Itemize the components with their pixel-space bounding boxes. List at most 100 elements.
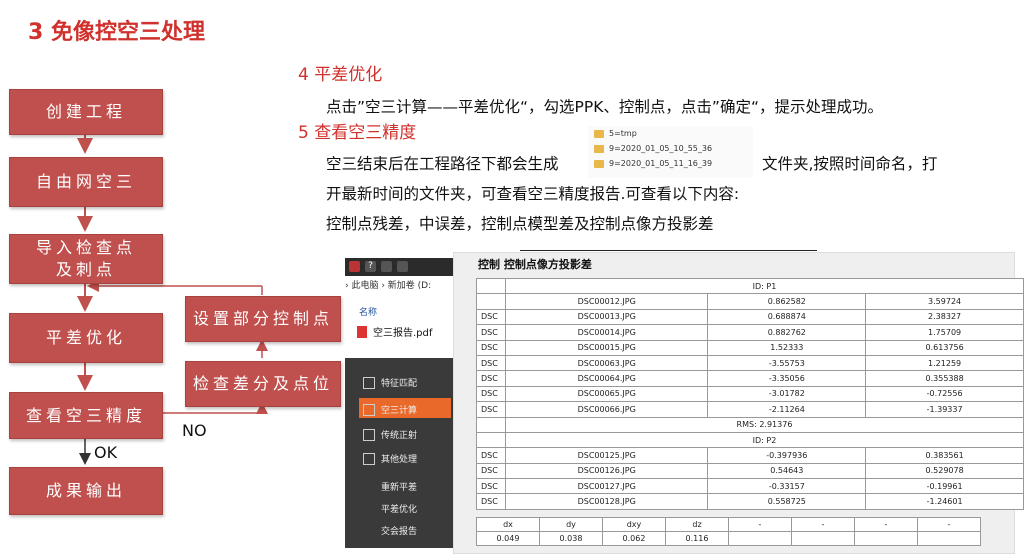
window-icon[interactable] xyxy=(397,261,408,272)
flow-check-diff-points: 检查差分及点位 xyxy=(185,361,341,407)
summary-header-row: dx dy dxy dz - - - - xyxy=(476,517,981,532)
image-icon[interactable] xyxy=(381,261,392,272)
image-name-cell: DSC00125.JPG xyxy=(504,447,709,464)
projection-error-table: ID: P1 DSC00012.JPG 0.862582 3.59724 DSC DSC0… xyxy=(476,277,1024,510)
breadcrumb[interactable]: › 此电脑 › 新加卷 (D: xyxy=(345,278,453,292)
folder-item[interactable]: 9=2020_01_05_10_55_36 xyxy=(594,141,753,156)
section5-line1a: 空三结束后在工程路径下都会生成 xyxy=(326,155,559,173)
menu-other[interactable]: 其他处理 xyxy=(363,452,417,465)
value-cell: 0.383561 xyxy=(865,447,1024,464)
table-row: DSC DSC00065.JPG -3.01782 -0.72556 xyxy=(476,385,1024,403)
pdf-icon xyxy=(357,325,367,338)
prefix-cell: DSC xyxy=(476,478,506,495)
image-name-cell: DSC00065.JPG xyxy=(504,385,709,403)
prefix-cell: DSC xyxy=(476,339,506,356)
image-name-cell: DSC00013.JPG xyxy=(504,308,709,326)
prefix-cell: DSC xyxy=(476,493,506,510)
folder-item[interactable]: 5=tmp xyxy=(594,126,753,141)
menu-label: 交会报告 xyxy=(381,527,418,537)
menu-orthophoto[interactable]: 传统正射 xyxy=(363,428,417,441)
summary-value-cell: 0.049 xyxy=(476,531,540,546)
no-label: NO xyxy=(182,421,207,440)
summary-header-cell: dy xyxy=(539,517,603,532)
menu-readjust[interactable]: 重新平差 xyxy=(381,480,417,493)
table-row: DSC DSC00014.JPG 0.882762 1.75709 xyxy=(476,324,1024,341)
summary-header-cell: dxy xyxy=(602,517,666,532)
value-cell: 0.529078 xyxy=(865,462,1024,480)
summary-header-cell: dz xyxy=(665,517,729,532)
prefix-cell xyxy=(476,431,506,449)
value-cell: -0.33157 xyxy=(707,478,867,495)
summary-value-cell xyxy=(728,531,792,546)
menu-label: 平差优化 xyxy=(381,505,418,515)
table-row: RMS: 2.91376 xyxy=(476,416,1024,433)
name-column-header[interactable]: 名称 xyxy=(359,305,377,318)
prefix-cell: DSC xyxy=(476,462,506,480)
value-cell: 0.54643 xyxy=(707,462,867,480)
menu-label: 空三计算 xyxy=(381,406,418,416)
flow-output-results: 成果输出 xyxy=(9,467,163,515)
folder-label: 9=2020_01_05_10_55_36 xyxy=(609,144,713,153)
prefix-cell xyxy=(476,277,506,295)
section5-line2: 开最新时间的文件夹，可查看空三精度报告.可查看以下内容: xyxy=(326,185,740,203)
table-row: ID: P1 xyxy=(476,277,1024,295)
table-row: DSC DSC00063.JPG -3.55753 1.21259 xyxy=(476,354,1024,372)
value-cell: -3.01782 xyxy=(707,385,867,403)
aerotriangulation-icon xyxy=(363,403,375,416)
feature-match-icon xyxy=(363,376,375,389)
value-cell: 0.613756 xyxy=(865,339,1024,356)
table-row: DSC DSC00127.JPG -0.33157 -0.19961 xyxy=(476,478,1024,495)
value-cell: 0.558725 xyxy=(707,493,867,510)
flow-adjustment-optimization: 平差优化 xyxy=(9,313,163,363)
group-header-cell: ID: P2 xyxy=(504,431,1024,449)
folder-item[interactable]: 9=2020_01_05_11_16_39 xyxy=(594,156,753,171)
value-cell: 0.882762 xyxy=(707,324,867,341)
flow-import-line1: 导入检查点 xyxy=(35,238,136,257)
table-row: DSC DSC00015.JPG 1.52333 0.613756 xyxy=(476,339,1024,356)
prefix-cell: DSC xyxy=(476,385,506,403)
value-cell: -0.397936 xyxy=(707,447,867,464)
menu-aerotriangulation[interactable]: 空三计算 xyxy=(363,403,417,416)
menu-label: 重新平差 xyxy=(381,483,418,493)
summary-value-cell xyxy=(854,531,918,546)
file-name: 空三报告.pdf xyxy=(373,328,433,339)
pdf-file-item[interactable]: 空三报告.pdf xyxy=(357,324,432,339)
prefix-cell xyxy=(476,293,506,310)
other-icon xyxy=(363,452,375,465)
table-row: DSC DSC00128.JPG 0.558725 -1.24601 xyxy=(476,493,1024,510)
menu-label: 特征匹配 xyxy=(381,379,418,389)
summary-header-cell: dx xyxy=(476,517,540,532)
app-icon[interactable] xyxy=(349,261,360,272)
flow-import-checkpoints: 导入检查点 及刺点 xyxy=(9,234,163,284)
prefix-cell xyxy=(476,416,506,433)
flow-import-line2: 及刺点 xyxy=(55,260,116,279)
group-header-cell: RMS: 2.91376 xyxy=(504,416,1024,433)
folder-icon xyxy=(594,129,604,138)
image-name-cell: DSC00066.JPG xyxy=(504,401,709,418)
flow-set-control-points: 设置部分控制点 xyxy=(185,296,341,342)
value-cell: 0.355388 xyxy=(865,370,1024,387)
summary-header-cell: - xyxy=(728,517,792,532)
app-toolbar: ? xyxy=(345,258,453,276)
folder-icon xyxy=(594,144,604,153)
menu-intersection-report[interactable]: 交会报告 xyxy=(381,524,417,537)
image-name-cell: DSC00015.JPG xyxy=(504,339,709,356)
value-cell: -1.24601 xyxy=(865,493,1024,510)
value-cell: 1.21259 xyxy=(865,354,1024,372)
menu-label: 传统正射 xyxy=(381,431,418,441)
value-cell: -0.72556 xyxy=(865,385,1024,403)
value-cell: -3.55753 xyxy=(707,354,867,372)
table-title: 控制 控制点像方投影差 xyxy=(478,258,592,271)
section4-heading: 4 平差优化 xyxy=(298,65,383,85)
folder-label: 9=2020_01_05_11_16_39 xyxy=(609,159,713,168)
summary-value-cell: 0.116 xyxy=(665,531,729,546)
summary-value-row: 0.049 0.038 0.062 0.116 xyxy=(476,531,981,546)
summary-value-cell: 0.062 xyxy=(602,531,666,546)
menu-feature-matching[interactable]: 特征匹配 xyxy=(363,376,417,389)
summary-value-cell xyxy=(917,531,981,546)
orthophoto-icon xyxy=(363,428,375,441)
table-row: DSC DSC00066.JPG -2.11264 -1.39337 xyxy=(476,401,1024,418)
menu-adjust-optimize[interactable]: 平差优化 xyxy=(381,502,417,515)
help-icon[interactable]: ? xyxy=(365,261,376,272)
table-row: DSC DSC00013.JPG 0.688874 2.38327 xyxy=(476,308,1024,326)
